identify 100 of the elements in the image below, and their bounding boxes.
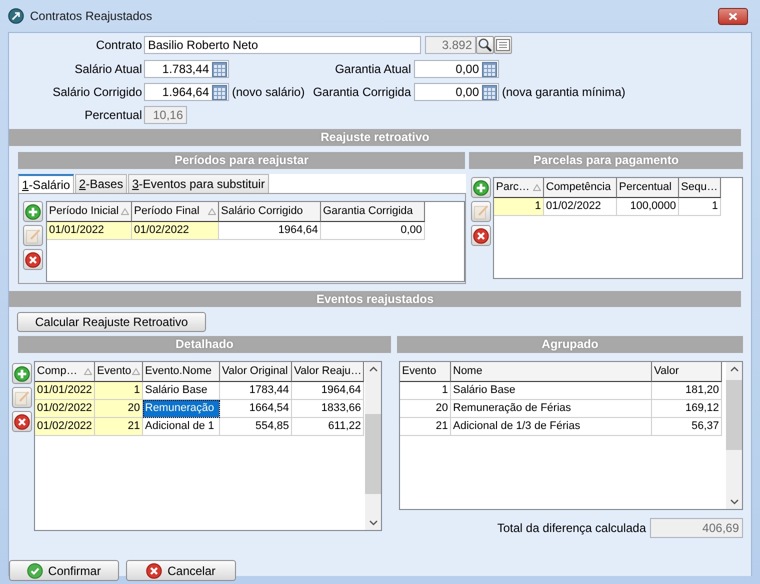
input-field[interactable]: Basilio Roberto Neto bbox=[144, 36, 421, 54]
search-button[interactable] bbox=[476, 36, 494, 54]
column-header[interactable]: Nome bbox=[451, 362, 652, 382]
table-cell: Adicional de 1 bbox=[143, 418, 220, 436]
field-label: Salário Corrigido bbox=[52, 85, 143, 99]
code-field: 3.892 bbox=[425, 36, 476, 54]
close-button[interactable] bbox=[718, 8, 748, 24]
add-button[interactable] bbox=[471, 177, 491, 198]
column-header[interactable]: Evento bbox=[95, 362, 143, 382]
add-button[interactable] bbox=[12, 363, 32, 384]
data-grid[interactable]: Comp… Evento Evento.Nome Valor Original Valor Reaju… 01/01/2022 1 Salário Base 1783,44 1964,64 01/02/2022 20 Remuneração 1664,54 1833,66 01/02/2022 21 Adicional de 1 554,85 611,22 bbox=[34, 361, 382, 531]
column-header[interactable]: Período Final bbox=[132, 202, 219, 222]
calculator-icon bbox=[482, 62, 497, 76]
app-icon bbox=[8, 8, 24, 24]
data-grid[interactable]: Parc… Competência Percentual Sequ… 1 01/02/2022 100,0000 1 bbox=[493, 177, 743, 279]
close-icon bbox=[728, 12, 738, 20]
table-cell: 01/01/2022 bbox=[35, 382, 95, 400]
list-icon bbox=[496, 39, 510, 51]
column-header[interactable]: Garantia Corrigida bbox=[321, 202, 425, 222]
delete-button[interactable] bbox=[12, 411, 32, 432]
total-label: Total da diferença calculada bbox=[497, 521, 646, 535]
delete-icon bbox=[14, 414, 30, 430]
delete-button[interactable] bbox=[23, 249, 43, 270]
delete-icon bbox=[25, 252, 41, 268]
table-cell: 01/02/2022 bbox=[544, 198, 617, 216]
search-icon bbox=[478, 38, 492, 52]
table-cell: 0,00 bbox=[321, 222, 425, 240]
table-cell: 1 bbox=[679, 198, 721, 216]
confirm-button[interactable]: Confirmar bbox=[9, 560, 119, 581]
table-cell: 1 bbox=[494, 198, 544, 216]
list-button[interactable] bbox=[494, 36, 512, 54]
add-icon bbox=[473, 180, 489, 196]
table-cell: 1 bbox=[400, 382, 451, 400]
table-cell: Remuneração de Férias bbox=[451, 400, 652, 418]
notepad-icon bbox=[14, 390, 30, 406]
column-header[interactable]: Evento.Nome bbox=[143, 362, 220, 382]
section-header: Detalhado bbox=[18, 336, 391, 353]
column-header[interactable]: Valor Reaju… bbox=[292, 362, 364, 382]
table-cell: 21 bbox=[400, 418, 451, 436]
window-title: Contratos Reajustados bbox=[30, 9, 152, 23]
table-cell: 554,85 bbox=[220, 418, 292, 436]
add-button[interactable] bbox=[23, 201, 43, 222]
table-cell: 01/02/2022 bbox=[35, 418, 95, 436]
notepad-icon bbox=[25, 228, 41, 244]
calculate-button[interactable]: Calcular Reajuste Retroativo bbox=[17, 312, 206, 332]
calculator-icon bbox=[212, 84, 227, 100]
table-cell: 20 bbox=[400, 400, 451, 418]
table-cell: 01/02/2022 bbox=[35, 400, 95, 418]
table-cell: 100,0000 bbox=[617, 198, 679, 216]
input-field[interactable]: 0,00 bbox=[414, 60, 499, 78]
section-header: Reajuste retroativo bbox=[9, 129, 741, 146]
field-hint: (nova garantia mínima) bbox=[502, 85, 626, 99]
column-header[interactable]: Sequ… bbox=[679, 178, 721, 198]
column-header[interactable]: Salário Corrigido bbox=[219, 202, 321, 222]
table-cell: 1833,66 bbox=[292, 400, 364, 418]
data-grid[interactable]: Período Inicial Período Final Salário Corrigido Garantia Corrigida 01/01/2022 01/02/2022 1964,64 0,00 bbox=[46, 201, 465, 282]
column-header[interactable]: Comp… bbox=[35, 362, 95, 382]
table-cell: 1964,64 bbox=[219, 222, 321, 240]
tab[interactable]: 2-Bases bbox=[75, 174, 128, 193]
tab[interactable]: 3-Eventos para substituir bbox=[128, 174, 269, 193]
column-header[interactable]: Competência bbox=[544, 178, 617, 198]
section-header: Períodos para reajustar bbox=[18, 152, 465, 169]
chevron-up-icon bbox=[730, 366, 738, 372]
chevron-up-icon bbox=[368, 366, 378, 372]
column-header[interactable]: Parc… bbox=[494, 178, 544, 198]
table-cell: 21 bbox=[95, 418, 143, 436]
delete-button[interactable] bbox=[471, 225, 491, 246]
cancel-button[interactable]: Cancelar bbox=[126, 560, 236, 581]
cancel-icon bbox=[146, 562, 162, 578]
percent-field: 10,16 bbox=[144, 106, 187, 124]
scrollbar[interactable] bbox=[365, 362, 381, 530]
table-cell: Adicional de 1/3 de Férias bbox=[451, 418, 652, 436]
table-cell: Salário Base bbox=[451, 382, 652, 400]
input-field[interactable]: 1.964,64 bbox=[144, 83, 229, 101]
tab[interactable]: 1-Salário bbox=[18, 174, 74, 193]
notepad-icon bbox=[473, 204, 489, 220]
total-field: 406,69 bbox=[650, 518, 743, 538]
section-header: Eventos reajustados bbox=[9, 291, 741, 307]
column-header[interactable]: Evento bbox=[400, 362, 451, 382]
field-label: Garantia Corrigida bbox=[312, 85, 412, 99]
scrollbar[interactable] bbox=[726, 362, 742, 509]
table-cell: 20 bbox=[95, 400, 143, 418]
table-cell: Remuneração bbox=[143, 400, 220, 418]
section-header: Parcelas para pagamento bbox=[469, 152, 743, 169]
field-hint: (novo salário) bbox=[232, 85, 305, 99]
data-grid[interactable]: Evento Nome Valor 1 Salário Base 181,20 20 Remuneração de Férias 169,12 21 Adicional de 1/3 de Férias 56,37 bbox=[399, 361, 743, 510]
input-field[interactable]: 1.783,44 bbox=[144, 60, 229, 78]
input-field[interactable]: 0,00 bbox=[414, 83, 499, 101]
field-label: Salário Atual bbox=[74, 62, 143, 76]
column-header[interactable]: Percentual bbox=[617, 178, 679, 198]
add-icon bbox=[25, 204, 41, 220]
column-header[interactable]: Valor Original bbox=[220, 362, 292, 382]
table-cell: 01/01/2022 bbox=[47, 222, 132, 240]
table-cell: 1664,54 bbox=[220, 400, 292, 418]
column-header[interactable]: Período Inicial bbox=[47, 202, 132, 222]
add-icon bbox=[14, 366, 30, 382]
table-cell: 01/02/2022 bbox=[132, 222, 219, 240]
column-header[interactable]: Valor bbox=[652, 362, 722, 382]
field-label: Percentual bbox=[84, 108, 143, 122]
section-header: Agrupado bbox=[397, 336, 743, 353]
